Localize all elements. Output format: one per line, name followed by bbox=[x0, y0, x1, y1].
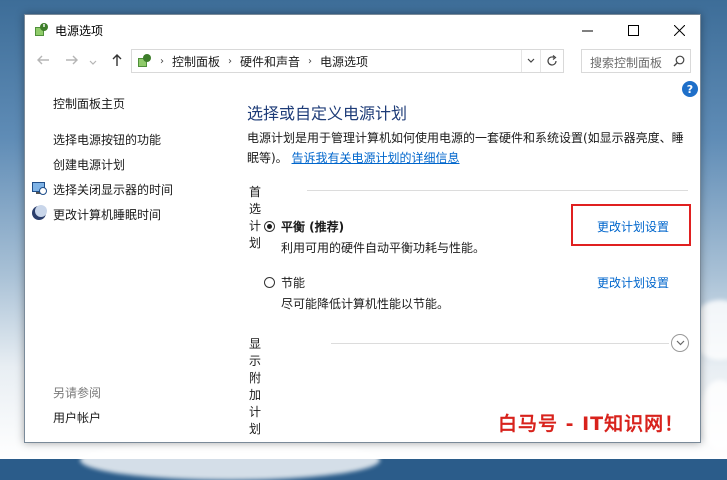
change-plan-settings-link-balanced[interactable]: 更改计划设置 bbox=[597, 218, 669, 235]
plan-desc-power-saver: 尽可能降低计算机性能以节能。 bbox=[281, 297, 450, 311]
sidebar: 控制面板主页 选择电源按钮的功能 创建电源计划 选择关闭显示器的时间 更改计算机… bbox=[25, 77, 230, 443]
show-additional-plans-heading[interactable]: 显示附加计划 bbox=[249, 335, 270, 437]
sidebar-item-control-panel-home[interactable]: 控制面板主页 bbox=[53, 95, 125, 112]
breadcrumb-hardware-sound[interactable]: 硬件和声音 bbox=[240, 53, 300, 70]
address-actions bbox=[521, 50, 563, 72]
forward-button[interactable] bbox=[65, 53, 79, 71]
power-options-window: 电源选项 › 控制面板 › 硬件和声音 › 电源选项 搜索控制面板 ? 控制面板… bbox=[24, 14, 701, 443]
breadcrumb-separator: › bbox=[308, 55, 313, 67]
arrow-up-icon bbox=[112, 54, 122, 66]
help-button[interactable]: ? bbox=[682, 81, 698, 97]
section-divider bbox=[331, 343, 669, 344]
plan-name-power-saver[interactable]: 节能 bbox=[281, 274, 305, 291]
up-button[interactable] bbox=[110, 53, 124, 71]
close-icon bbox=[673, 24, 685, 36]
plan-radio-power-saver[interactable] bbox=[264, 277, 275, 288]
plan-radio-balanced[interactable] bbox=[264, 221, 275, 232]
sidebar-item-display-off[interactable]: 选择关闭显示器的时间 bbox=[53, 181, 173, 198]
arrow-right-icon bbox=[66, 55, 78, 65]
power-options-icon bbox=[35, 23, 48, 36]
page-title: 选择或自定义电源计划 bbox=[247, 104, 408, 123]
chevron-down-icon bbox=[89, 60, 97, 65]
search-box[interactable]: 搜索控制面板 bbox=[581, 49, 691, 73]
expand-additional-plans-button[interactable] bbox=[671, 334, 689, 352]
breadcrumb-control-panel[interactable]: 控制面板 bbox=[172, 53, 220, 70]
breadcrumb-separator: › bbox=[228, 55, 233, 67]
arrow-left-icon bbox=[37, 55, 49, 65]
see-also-heading: 另请参阅 bbox=[53, 386, 102, 400]
monitor-icon bbox=[32, 182, 47, 195]
sidebar-item-sleep-time[interactable]: 更改计算机睡眠时间 bbox=[53, 206, 161, 223]
minimize-icon bbox=[581, 30, 593, 31]
recent-locations-button[interactable] bbox=[89, 55, 97, 71]
control-panel-icon bbox=[138, 54, 151, 67]
breadcrumb-separator: › bbox=[160, 55, 164, 67]
maximize-icon bbox=[627, 24, 639, 36]
cloud bbox=[700, 380, 727, 450]
window-title: 电源选项 bbox=[55, 24, 104, 38]
cloud bbox=[80, 440, 380, 480]
chevron-down-icon bbox=[676, 340, 684, 346]
sidebar-item-user-accounts[interactable]: 用户帐户 bbox=[53, 409, 101, 426]
search-placeholder: 搜索控制面板 bbox=[590, 56, 663, 70]
navigation-bar: › 控制面板 › 硬件和声音 › 电源选项 搜索控制面板 bbox=[25, 46, 700, 76]
search-icon bbox=[673, 55, 685, 67]
page-description: 电源计划是用于管理计算机如何使用电源的一套硬件和系统设置(如显示器亮度、睡眠等)… bbox=[247, 128, 692, 168]
refresh-icon bbox=[547, 55, 557, 66]
minimize-button[interactable] bbox=[564, 15, 610, 45]
title-bar: 电源选项 bbox=[25, 15, 700, 45]
address-dropdown-button[interactable] bbox=[521, 50, 540, 72]
watermark-text: 白马号 - IT知识网！ bbox=[498, 413, 685, 435]
back-button[interactable] bbox=[36, 53, 50, 71]
sidebar-item-create-plan[interactable]: 创建电源计划 bbox=[53, 156, 125, 173]
refresh-button[interactable] bbox=[540, 50, 563, 72]
section-divider bbox=[307, 190, 688, 191]
maximize-button[interactable] bbox=[610, 15, 656, 45]
breadcrumb-power-options[interactable]: 电源选项 bbox=[320, 53, 368, 70]
sidebar-item-power-button[interactable]: 选择电源按钮的功能 bbox=[53, 131, 161, 148]
close-button[interactable] bbox=[656, 15, 702, 45]
learn-more-link[interactable]: 告诉我有关电源计划的详细信息 bbox=[292, 151, 460, 165]
plan-desc-balanced: 利用可用的硬件自动平衡功耗与性能。 bbox=[281, 241, 486, 255]
change-plan-settings-link-power-saver[interactable]: 更改计划设置 bbox=[597, 274, 669, 291]
plan-name-balanced[interactable]: 平衡 (推荐) bbox=[281, 218, 344, 235]
moon-icon bbox=[32, 205, 47, 220]
preferred-plans-heading: 首选计划 bbox=[249, 183, 270, 251]
address-bar[interactable]: › 控制面板 › 硬件和声音 › 电源选项 bbox=[131, 49, 564, 73]
chevron-down-icon bbox=[527, 58, 535, 63]
